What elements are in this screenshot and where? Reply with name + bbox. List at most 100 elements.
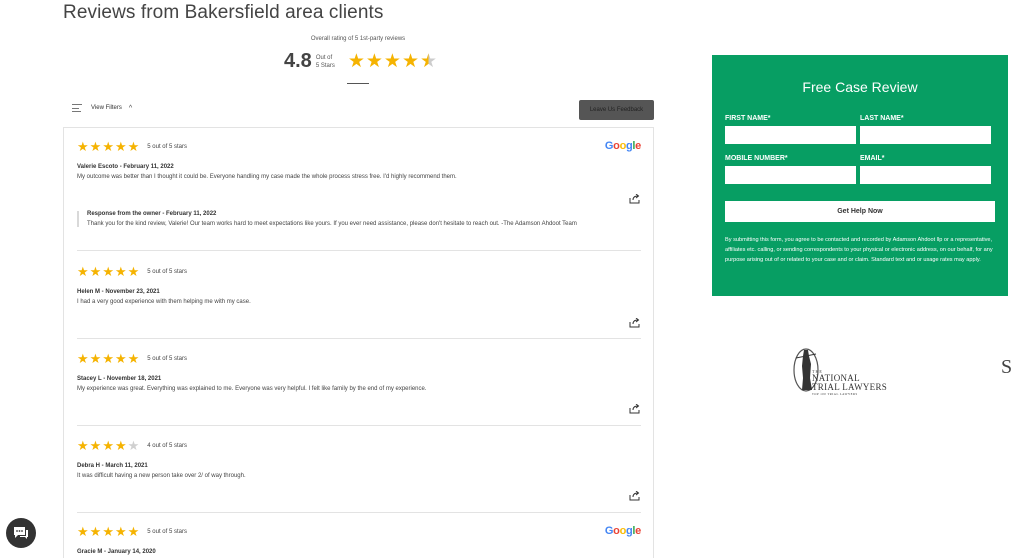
- star-icon: ★: [89, 264, 102, 279]
- chat-icon: [14, 526, 28, 539]
- review-item: ★ ★ ★ ★ ★ 5 out of 5 stars Stacey L - Novemb…: [77, 352, 641, 414]
- star-icon: ★: [77, 524, 89, 539]
- google-logo: Google: [604, 140, 641, 152]
- review-author: Helen M - November 23, 2021: [77, 289, 160, 295]
- divider: [77, 425, 641, 426]
- star-icon: ★: [102, 524, 114, 539]
- star-icon: ★: [347, 51, 365, 72]
- badge-line4: TOP 100 TRIAL LAWYERS: [812, 392, 858, 396]
- star-icon: ★: [89, 139, 102, 154]
- review-item: ★ ★ ★ ★ ★ 5 out of 5 stars Helen M - Novembe…: [77, 265, 641, 328]
- share-icon[interactable]: [629, 404, 641, 414]
- review-text: I had a very good experience with them h…: [77, 299, 251, 305]
- badge-line3: TRIAL LAWYERS: [812, 382, 888, 392]
- review-item: ★ ★ ★ ★ ★ 4 out of 5 stars Debra H - March 1…: [77, 439, 641, 501]
- rating-score: 4.8: [284, 50, 312, 72]
- email-input[interactable]: [860, 166, 991, 184]
- star-icon: ★: [89, 524, 102, 539]
- owner-response: Response from the owner - February 11, 2…: [77, 211, 641, 227]
- mobile-number-label: MOBILE NUMBER*: [725, 155, 788, 162]
- star-icon: ★: [77, 139, 89, 154]
- divider: [347, 83, 369, 84]
- divider: [77, 512, 641, 513]
- review-item: ★ ★ ★ ★ ★ 5 out of 5 stars Google Gracie M -…: [77, 525, 641, 555]
- partial-logo: S: [1001, 356, 1013, 378]
- rating-summary: 4.8 Out of 5 Stars ★ ★ ★ ★ ★: [284, 50, 438, 73]
- last-name-label: LAST NAME*: [860, 115, 904, 122]
- share-icon[interactable]: [629, 318, 641, 328]
- email-label: EMAIL*: [860, 155, 885, 162]
- view-filters-toggle[interactable]: View Filters ^: [72, 104, 132, 112]
- star-icon: ★: [401, 51, 419, 72]
- star-empty-icon: ★: [127, 438, 140, 453]
- review-stars: ★ ★ ★ ★ ★ 5 out of 5 stars: [77, 525, 641, 538]
- star-icon: ★: [365, 51, 383, 72]
- filter-icon: [72, 104, 82, 112]
- star-icon: ★: [102, 351, 114, 366]
- review-stars: ★ ★ ★ ★ ★ 5 out of 5 stars: [77, 265, 641, 278]
- star-icon: ★: [127, 264, 140, 279]
- review-stars-label: 5 out of 5 stars: [147, 355, 187, 362]
- review-stars: ★ ★ ★ ★ ★ 5 out of 5 stars: [77, 140, 641, 153]
- chevron-up-icon: ^: [128, 104, 133, 112]
- free-case-review-form: Free Case Review FIRST NAME* LAST NAME* …: [712, 55, 1008, 296]
- view-filters-label: View Filters: [91, 105, 122, 111]
- star-icon: ★: [89, 351, 102, 366]
- star-icon: ★: [127, 524, 140, 539]
- review-author: Stacey L - November 18, 2021: [77, 376, 162, 382]
- review-text: My outcome was better than I thought it …: [77, 174, 457, 180]
- star-icon: ★: [114, 524, 127, 539]
- star-icon: ★: [127, 351, 140, 366]
- divider: [77, 338, 641, 339]
- owner-response-title: Response from the owner - February 11, 2…: [87, 211, 217, 217]
- review-text: My experience was great. Everything was …: [77, 386, 427, 392]
- rating-stars: ★ ★ ★ ★ ★: [348, 52, 438, 71]
- leave-feedback-button[interactable]: Leave Us Feedback: [579, 100, 654, 120]
- star-icon: ★: [102, 139, 114, 154]
- star-icon: ★: [114, 264, 127, 279]
- review-item: ★ ★ ★ ★ ★ 5 out of 5 stars Google Valerie Es…: [77, 140, 641, 204]
- first-name-label: FIRST NAME*: [725, 115, 771, 122]
- rating-out-of-line2: 5 Stars: [315, 62, 335, 69]
- chat-button[interactable]: [6, 518, 36, 548]
- review-stars: ★ ★ ★ ★ ★ 4 out of 5 stars: [77, 439, 641, 452]
- divider: [77, 250, 641, 251]
- first-name-input[interactable]: [725, 126, 856, 144]
- star-icon: ★: [77, 438, 89, 453]
- rating-out-of-line1: Out of: [315, 54, 333, 61]
- star-icon: ★: [102, 264, 114, 279]
- share-icon[interactable]: [629, 194, 641, 204]
- star-icon: ★: [89, 438, 102, 453]
- star-icon: ★: [114, 438, 127, 453]
- page-title: Reviews from Bakersfield area clients: [63, 2, 384, 23]
- review-stars-label: 5 out of 5 stars: [147, 268, 187, 275]
- review-stars: ★ ★ ★ ★ ★ 5 out of 5 stars: [77, 352, 641, 365]
- rating-caption: Overall rating of 5 1st-party reviews: [310, 36, 406, 42]
- star-icon: ★: [383, 51, 401, 72]
- star-icon: ★: [114, 351, 127, 366]
- reviews-list: ★ ★ ★ ★ ★ 5 out of 5 stars Google Valerie Es…: [63, 127, 654, 558]
- form-title: Free Case Review: [802, 79, 918, 95]
- share-icon[interactable]: [629, 491, 641, 501]
- review-stars-label: 5 out of 5 stars: [147, 528, 187, 535]
- star-icon: ★: [127, 139, 140, 154]
- review-author: Gracie M - January 14, 2020: [77, 549, 156, 555]
- national-trial-lawyers-text: THE NATIONAL TRIAL LAWYERS TOP 100 TRIAL…: [812, 369, 887, 396]
- google-logo: Google: [604, 525, 641, 537]
- owner-response-text: Thank you for the kind review, Valerie! …: [87, 221, 577, 227]
- get-help-now-button[interactable]: Get Help Now: [725, 201, 995, 222]
- review-text: It was difficult having a new person tak…: [77, 473, 246, 479]
- star-icon: ★: [114, 139, 127, 154]
- star-icon: ★: [77, 351, 89, 366]
- review-stars-label: 5 out of 5 stars: [147, 143, 187, 150]
- rating-out-of: Out of 5 Stars: [316, 54, 342, 70]
- mobile-number-input[interactable]: [725, 166, 856, 184]
- review-stars-label: 4 out of 5 stars: [147, 442, 187, 449]
- form-disclaimer: By submitting this form, you agree to be…: [725, 237, 993, 263]
- review-author: Valerie Escoto - February 11, 2022: [77, 164, 174, 170]
- review-author: Debra H - March 11, 2021: [77, 463, 148, 469]
- half-star-icon: ★: [420, 51, 438, 72]
- star-icon: ★: [77, 264, 89, 279]
- last-name-input[interactable]: [860, 126, 991, 144]
- star-icon: ★: [102, 438, 114, 453]
